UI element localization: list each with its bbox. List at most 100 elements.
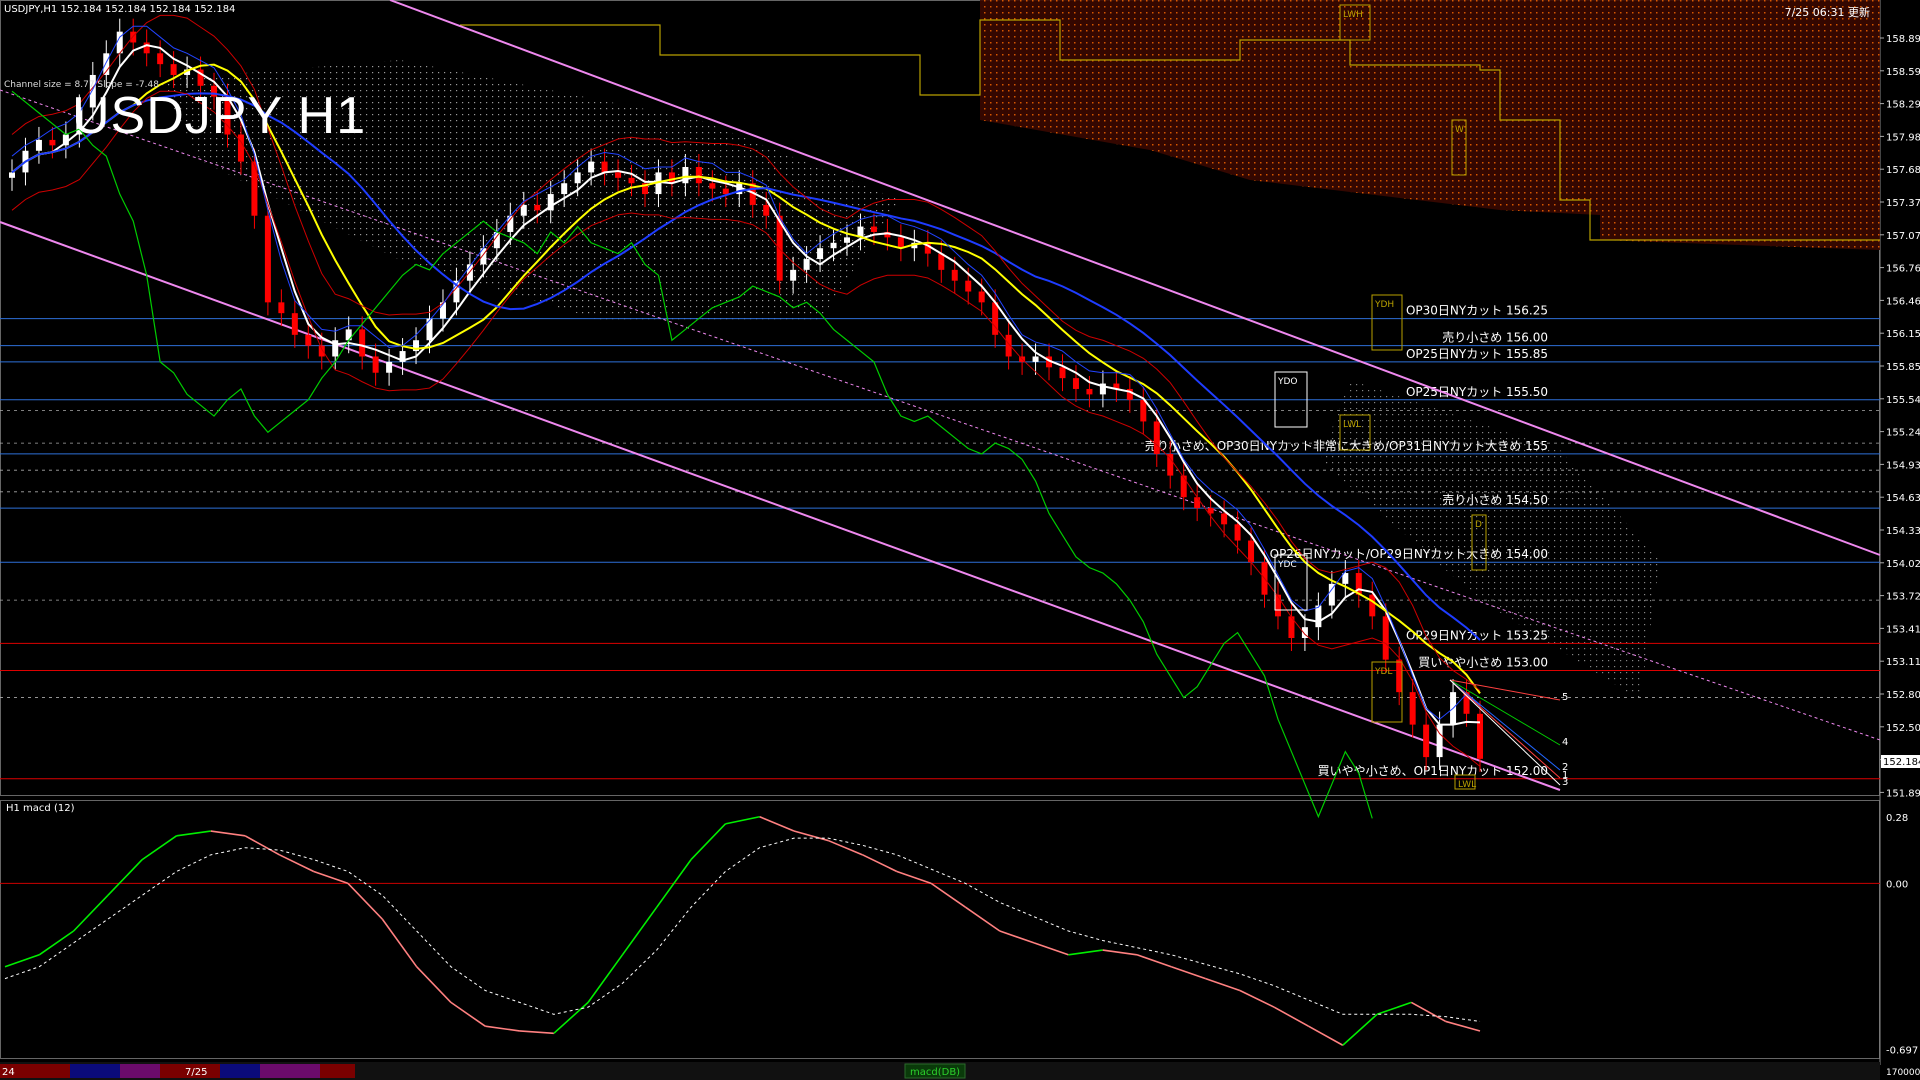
timestamp: 7/25 06:31 更新	[1784, 6, 1870, 19]
candle-body	[844, 237, 851, 243]
level-label: OP26日NYカット/OP29日NYカット大きめ 154.00	[1270, 547, 1548, 561]
candle-body	[1180, 475, 1187, 498]
cloud-white-dots-2	[1320, 380, 1660, 700]
macd-line-segment	[1411, 1001, 1447, 1023]
macd-line-segment	[141, 835, 177, 861]
ref-box-label: LWH	[1343, 10, 1363, 20]
date-strip-segment	[320, 1064, 355, 1078]
candle-body	[305, 334, 312, 346]
macd-line-segment	[759, 816, 795, 832]
date-strip-segment	[70, 1064, 120, 1078]
price-tick-label: 154.635	[1886, 493, 1920, 504]
macd-line-segment	[1171, 965, 1206, 980]
ref-box-label: LWL	[1343, 420, 1361, 430]
macd-line-segment	[725, 815, 760, 825]
macd-line-segment	[1239, 989, 1275, 1008]
price-tick-label: 151.890	[1886, 788, 1920, 799]
macd-line-segment	[1273, 1006, 1309, 1027]
macd-line-segment	[1136, 954, 1172, 968]
macd-line-segment	[347, 882, 383, 920]
candle-body	[601, 161, 608, 173]
price-tick-label: 152.805	[1886, 690, 1920, 701]
candle-body	[1315, 605, 1322, 628]
candle-body	[1194, 497, 1201, 509]
macd-tick-label: -0.697	[1886, 1045, 1918, 1056]
price-tick-label: 157.070	[1886, 231, 1920, 242]
candle-body	[1369, 594, 1376, 617]
candle-body	[264, 215, 271, 303]
candle-body	[1059, 367, 1066, 379]
level-label: 買いやや小さめ 153.00	[1418, 655, 1548, 669]
macd-line-segment	[1102, 949, 1138, 956]
ref-box-label: D	[1475, 520, 1482, 530]
ref-box-label: YDL	[1374, 667, 1392, 677]
level-label: OP25日NYカット 155.85	[1406, 347, 1548, 361]
price-tick-label: 158.895	[1886, 34, 1920, 45]
price-tick-label: 155.850	[1886, 362, 1920, 373]
price-tick-label: 157.375	[1886, 198, 1920, 209]
macd-line-segment	[279, 854, 315, 873]
macd-line-segment	[999, 930, 1035, 944]
date-strip-segment	[260, 1064, 320, 1078]
candle-body	[534, 204, 541, 211]
macd-tick-label: 0.28	[1886, 813, 1908, 824]
candle-body	[426, 318, 433, 341]
candle-body	[1396, 659, 1403, 693]
candle-body	[574, 172, 581, 184]
date-strip-segment	[220, 1064, 260, 1078]
candle-body	[35, 139, 42, 151]
current-price-label: 152.184	[1883, 757, 1920, 768]
price-tick-label: 154.025	[1886, 559, 1920, 570]
candle-body	[615, 172, 622, 178]
price-tick-label: 153.720	[1886, 592, 1920, 603]
candle-body	[520, 204, 527, 216]
projection-number: 3	[1562, 777, 1568, 788]
price-tick-label: 156.460	[1886, 296, 1920, 307]
candle-body	[695, 167, 702, 184]
candle-body	[372, 356, 379, 373]
header-info: USDJPY,H1 152.184 152.184 152.184 152.18…	[4, 4, 236, 15]
candle-body	[278, 302, 285, 314]
macd-line-segment	[1068, 949, 1103, 956]
macd-line-segment	[1205, 977, 1241, 992]
candle-body	[938, 253, 945, 270]
candle-body	[130, 31, 137, 43]
candle-body	[1086, 388, 1093, 395]
price-tick-label: 155.545	[1886, 395, 1920, 406]
channel-legend: Channel size = 8.77 Slope = -7.48	[4, 80, 159, 90]
macd-line-segment	[176, 830, 211, 837]
price-tick-label: 153.415	[1886, 624, 1920, 635]
candle-body	[291, 313, 298, 335]
macd-signal-line	[4, 837, 1481, 1022]
candle-body	[588, 161, 595, 173]
macd-line-segment	[313, 870, 349, 885]
chart-title: USDJPY H1	[72, 87, 367, 145]
candle-body	[951, 269, 958, 281]
candle-body	[1167, 453, 1174, 476]
candle-body	[1072, 378, 1079, 389]
macd-tab-label: macd(DB)	[910, 1067, 960, 1078]
candle-body	[978, 291, 985, 303]
candle-body	[359, 329, 366, 357]
macd-line-segment	[1308, 1025, 1344, 1046]
candle-body	[1477, 713, 1483, 759]
candle-body	[386, 361, 393, 373]
candle-body	[1234, 524, 1241, 541]
bottom-right-value: 170000	[1886, 1068, 1920, 1078]
macd-line-segment	[862, 854, 898, 873]
level-label: 売り小さめ 156.00	[1442, 330, 1548, 345]
macd-line-segment	[485, 1025, 520, 1032]
chart-canvas: OP30日NYカット 156.25 売り小さめ 156.00 OP25日NYカット …	[0, 0, 1920, 1080]
level-label: 売り小さめ 154.50	[1442, 492, 1548, 507]
macd-line-segment	[73, 894, 109, 932]
date-left-label: 24	[2, 1067, 15, 1078]
candle-body	[49, 139, 56, 146]
macd-line-segment	[4, 954, 40, 968]
candle-body	[143, 42, 150, 54]
candle-body	[1221, 513, 1228, 525]
macd-line-segment	[416, 966, 452, 1003]
price-tick-label: 156.155	[1886, 329, 1920, 340]
candle-body	[763, 204, 770, 216]
level-label: OP29日NYカット 153.25	[1406, 628, 1548, 642]
ref-box-label: YDO	[1277, 377, 1298, 387]
